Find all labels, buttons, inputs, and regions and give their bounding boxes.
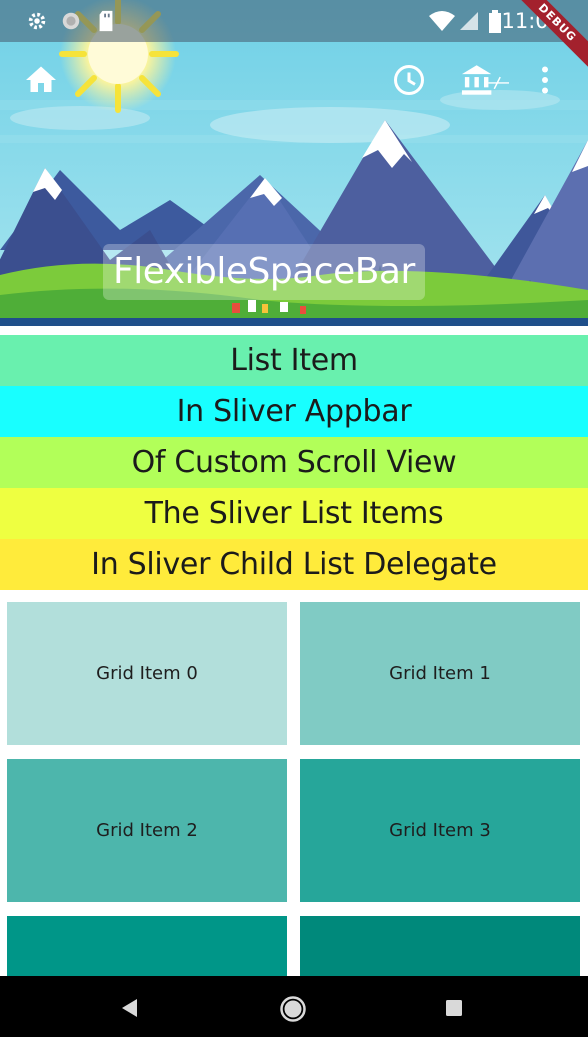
list-item-label: In Sliver Child List Delegate — [91, 547, 497, 582]
grid-item-label: Grid Item 2 — [96, 820, 198, 841]
list-item-label: Of Custom Scroll View — [131, 445, 457, 480]
grid-item[interactable] — [300, 916, 580, 976]
grid-item[interactable]: Grid Item 3 — [300, 759, 580, 902]
list-item[interactable]: In Sliver Appbar — [0, 386, 588, 437]
sd-card-icon — [99, 10, 113, 32]
flexible-space-bar: 11:09 DEBUG FlexibleSpaceBar — [0, 0, 588, 326]
sliver-grid: Grid Item 0 Grid Item 1 Grid Item 2 Grid… — [0, 590, 588, 976]
list-item[interactable]: The Sliver List Items — [0, 488, 588, 539]
title-container: FlexibleSpaceBar — [103, 244, 425, 300]
battery-icon — [489, 10, 501, 33]
system-navigation-bar — [0, 976, 588, 1037]
more-vert-icon[interactable] — [527, 62, 563, 98]
bank-icon[interactable] — [459, 62, 509, 98]
signal-icon — [460, 12, 478, 30]
settings-icon — [28, 12, 46, 30]
grid-item-label: Grid Item 0 — [96, 663, 198, 684]
sliver-list: List Item In Sliver Appbar Of Custom Scr… — [0, 335, 588, 590]
list-item[interactable]: List Item — [0, 335, 588, 386]
home-circle-icon[interactable] — [279, 995, 307, 1023]
grid-item-label: Grid Item 1 — [389, 663, 491, 684]
home-icon[interactable] — [23, 62, 59, 98]
back-icon[interactable] — [118, 996, 142, 1020]
list-item-label: The Sliver List Items — [144, 496, 444, 531]
page-title: FlexibleSpaceBar — [113, 251, 415, 292]
recents-icon[interactable] — [444, 998, 464, 1018]
grid-item-label: Grid Item 3 — [389, 820, 491, 841]
list-item[interactable]: In Sliver Child List Delegate — [0, 539, 588, 590]
grid-item[interactable]: Grid Item 0 — [7, 602, 287, 745]
list-item-label: In Sliver Appbar — [176, 394, 412, 429]
history-icon[interactable] — [391, 62, 427, 98]
grid-item[interactable] — [7, 916, 287, 976]
grid-item[interactable]: Grid Item 1 — [300, 602, 580, 745]
status-bar: 11:09 — [0, 0, 588, 42]
wifi-icon — [429, 11, 455, 31]
list-item-label: List Item — [230, 343, 358, 378]
sync-icon — [62, 12, 80, 30]
list-item[interactable]: Of Custom Scroll View — [0, 437, 588, 488]
grid-item[interactable]: Grid Item 2 — [7, 759, 287, 902]
